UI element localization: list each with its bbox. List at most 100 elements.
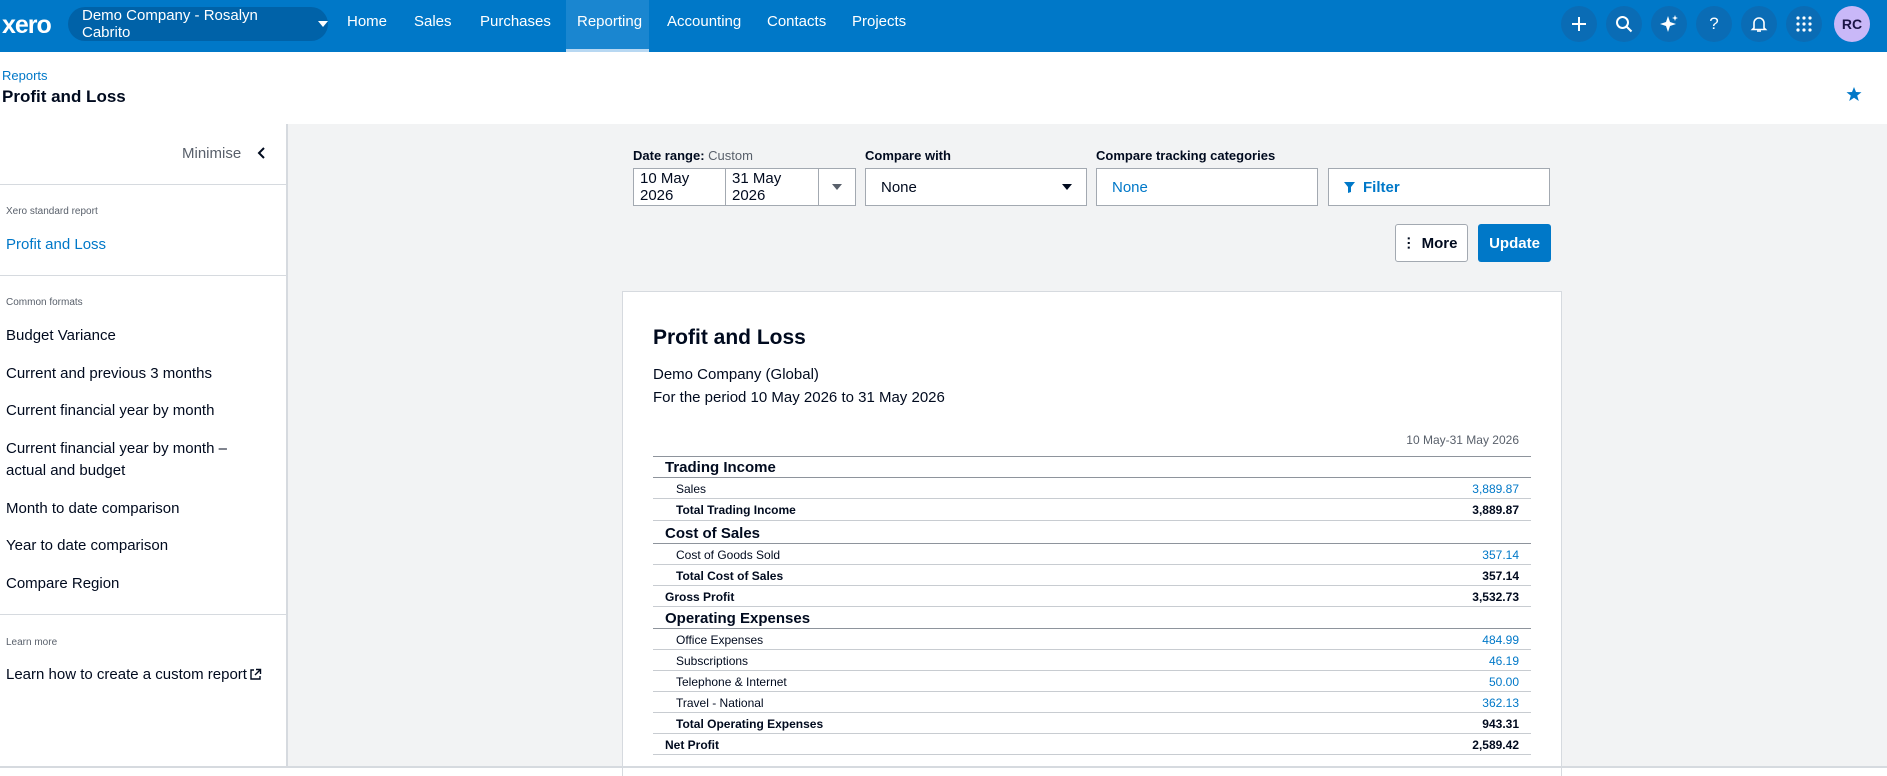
external-link-icon <box>250 668 262 680</box>
chevron-down-icon <box>832 184 842 190</box>
more-vertical-icon: ⋯ <box>1401 236 1418 250</box>
row-label: Cost of Goods Sold <box>676 548 781 562</box>
section-heading-formats: Common formats <box>6 297 83 308</box>
table-row[interactable]: Telephone & Internet 50.00 <box>653 671 1531 692</box>
star-icon[interactable] <box>1846 86 1862 107</box>
organisation-name: Demo Company - Rosalyn Cabrito <box>82 7 258 41</box>
sidebar-item-learn[interactable]: Learn how to create a custom report <box>6 664 271 686</box>
report-card: Profit and Loss Demo Company (Global) Fo… <box>622 291 1562 776</box>
table-row[interactable]: Cost of Goods Sold 357.14 <box>653 544 1531 565</box>
divider <box>0 184 288 185</box>
divider <box>0 766 1887 768</box>
sidebar-item-format[interactable]: Current financial year by month <box>6 400 271 422</box>
organisation-switcher[interactable]: Demo Company - Rosalyn Cabrito <box>68 7 328 41</box>
row-label: Trading Income <box>665 459 776 476</box>
row-label: Total Cost of Sales <box>676 569 784 583</box>
sidebar-item-format[interactable]: Budget Variance <box>6 325 271 347</box>
row-value[interactable]: 50.00 <box>1489 675 1519 689</box>
report-company: Demo Company (Global) <box>653 366 819 383</box>
sidebar-item-format[interactable]: Month to date comparison <box>6 498 271 520</box>
row-label: Subscriptions <box>676 654 749 668</box>
date-range-dropdown[interactable] <box>818 168 856 206</box>
table-row[interactable]: Subscriptions 46.19 <box>653 650 1531 671</box>
row-value[interactable]: 484.99 <box>1482 633 1519 647</box>
plus-icon[interactable] <box>1561 6 1597 42</box>
row-value[interactable]: 46.19 <box>1489 654 1519 668</box>
bell-icon[interactable] <box>1741 6 1777 42</box>
date-range-type: Custom <box>708 148 753 163</box>
compare-with-value: None <box>881 178 917 196</box>
table-row[interactable]: Travel - National 362.13 <box>653 692 1531 713</box>
row-label: Net Profit <box>665 738 719 752</box>
sidebar-item-profit-and-loss[interactable]: Profit and Loss <box>6 234 271 256</box>
xero-logo[interactable]: xero <box>2 11 52 40</box>
row-label: Telephone & Internet <box>676 675 787 689</box>
sparkle-icon[interactable] <box>1651 6 1687 42</box>
tracking-label: Compare tracking categories <box>1096 148 1276 163</box>
table-row[interactable]: Office Expenses 484.99 <box>653 629 1531 650</box>
table-row: Total Cost of Sales 357.14 <box>653 565 1531 586</box>
sidebar-item-format[interactable]: Compare Region <box>6 573 271 595</box>
date-from-input[interactable]: 10 May 2026 <box>633 168 726 206</box>
more-label: More <box>1421 234 1458 252</box>
section-heading-standard: Xero standard report <box>6 206 98 217</box>
help-icon[interactable]: ? <box>1696 6 1732 42</box>
row-label: Office Expenses <box>676 633 764 647</box>
chevron-down-icon <box>1062 184 1072 190</box>
filter-label: Filter <box>1363 178 1400 196</box>
table-row: Trading Income <box>653 457 1531 478</box>
more-button[interactable]: ⋯ More <box>1395 224 1468 262</box>
column-header: 10 May-31 May 2026 <box>1406 433 1519 447</box>
row-value: 357.14 <box>1482 569 1519 583</box>
avatar[interactable]: RC <box>1834 6 1870 42</box>
table-row: Cost of Sales <box>653 523 1531 544</box>
tracking-categories-select[interactable]: None <box>1096 168 1318 206</box>
filter-icon <box>1344 181 1355 193</box>
date-range-label: Date range: Custom <box>633 148 753 163</box>
table-row: Total Operating Expenses 943.31 <box>653 713 1531 734</box>
sidebar-item-format[interactable]: Current financial year by month – actual… <box>6 438 271 482</box>
report-table: Trading Income Sales 3,889.87 Total Trading… <box>653 456 1531 755</box>
row-label: Total Operating Expenses <box>676 717 824 731</box>
row-label: Operating Expenses <box>665 610 811 627</box>
row-label: Total Trading Income <box>676 503 796 517</box>
nav-sales[interactable]: Sales <box>414 0 452 52</box>
filter-button[interactable]: Filter <box>1328 168 1550 206</box>
row-label: Gross Profit <box>665 590 735 604</box>
row-value: 2,589.42 <box>1472 738 1519 752</box>
row-value[interactable]: 357.14 <box>1482 548 1519 562</box>
apps-grid-icon[interactable] <box>1786 6 1822 42</box>
minimise-button[interactable]: Minimise <box>182 145 241 162</box>
nav-reporting[interactable]: Reporting <box>566 0 649 52</box>
nav-contacts[interactable]: Contacts <box>767 0 826 52</box>
table-row: Operating Expenses <box>653 608 1531 629</box>
row-value: 943.31 <box>1482 717 1519 731</box>
row-label: Sales <box>676 482 707 496</box>
date-to-input[interactable]: 31 May 2026 <box>725 168 819 206</box>
nav-accounting[interactable]: Accounting <box>667 0 741 52</box>
page-title: Profit and Loss <box>2 87 126 106</box>
row-value: 3,889.87 <box>1472 503 1519 517</box>
top-nav-bar: xero Demo Company - Rosalyn Cabrito Home… <box>0 0 1887 52</box>
learn-link-label: Learn how to create a custom report <box>6 666 247 683</box>
report-title: Profit and Loss <box>653 326 806 349</box>
sidebar-item-format[interactable]: Year to date comparison <box>6 535 271 557</box>
row-value[interactable]: 3,889.87 <box>1472 482 1519 496</box>
breadcrumb[interactable]: Reports <box>2 68 48 83</box>
chevron-left-icon[interactable] <box>256 146 268 165</box>
search-icon[interactable] <box>1606 6 1642 42</box>
row-value[interactable]: 362.13 <box>1482 696 1519 710</box>
table-row[interactable]: Sales 3,889.87 <box>653 478 1531 499</box>
row-label: Cost of Sales <box>665 525 761 542</box>
nav-purchases[interactable]: Purchases <box>480 0 551 52</box>
compare-with-select[interactable]: None <box>865 168 1087 206</box>
row-label: Travel - National <box>676 696 764 710</box>
sidebar-item-format[interactable]: Current and previous 3 months <box>6 363 271 385</box>
divider <box>0 614 288 615</box>
update-button[interactable]: Update <box>1478 224 1551 262</box>
report-period: For the period 10 May 2026 to 31 May 202… <box>653 389 945 406</box>
nav-projects[interactable]: Projects <box>852 0 906 52</box>
nav-home[interactable]: Home <box>347 0 387 52</box>
table-row: Total Trading Income 3,889.87 <box>653 499 1531 521</box>
compare-with-label: Compare with <box>865 148 951 163</box>
